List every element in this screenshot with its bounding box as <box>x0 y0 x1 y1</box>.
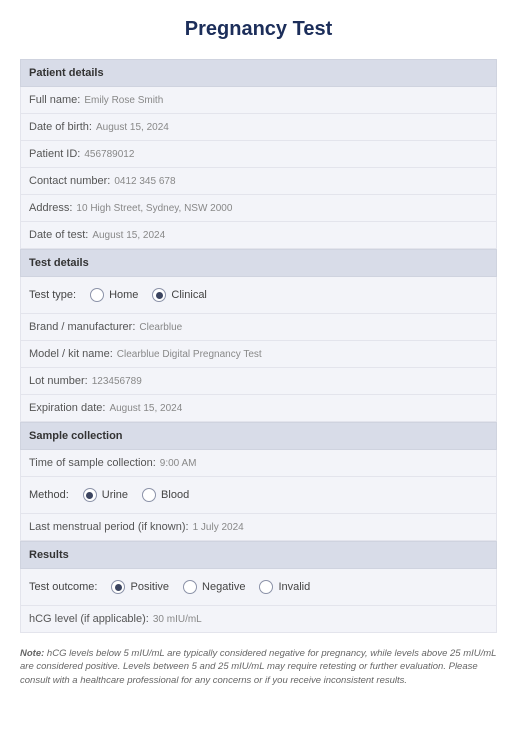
value-brand: Clearblue <box>139 322 182 333</box>
label-expiration: Expiration date: <box>29 402 105 414</box>
row-testtype: Test type: Home Clinical <box>20 277 497 314</box>
note: Note: hCG levels below 5 mIU/mL are typi… <box>20 647 497 687</box>
label-testtype: Test type: <box>29 289 76 301</box>
radio-icon <box>142 488 156 502</box>
radio-icon <box>111 580 125 594</box>
value-fullname: Emily Rose Smith <box>84 95 163 106</box>
note-label: Note: <box>20 648 44 659</box>
label-outcome: Test outcome: <box>29 581 97 593</box>
row-lmp: Last menstrual period (if known): 1 July… <box>20 514 497 541</box>
section-header-patient: Patient details <box>20 59 497 87</box>
radio-group-outcome: Positive Negative Invalid <box>111 580 310 594</box>
label-time: Time of sample collection: <box>29 457 156 469</box>
label-lmp: Last menstrual period (if known): <box>29 521 189 533</box>
radio-icon <box>183 580 197 594</box>
radio-label-positive: Positive <box>130 581 169 593</box>
row-method: Method: Urine Blood <box>20 477 497 514</box>
value-contact: 0412 345 678 <box>114 176 175 187</box>
row-expiration: Expiration date: August 15, 2024 <box>20 395 497 422</box>
label-contact: Contact number: <box>29 175 110 187</box>
value-lmp: 1 July 2024 <box>193 522 244 533</box>
radio-label-home: Home <box>109 289 138 301</box>
label-model: Model / kit name: <box>29 348 113 360</box>
label-fullname: Full name: <box>29 94 80 106</box>
value-hcg: 30 mIU/mL <box>153 614 202 625</box>
radio-option-clinical[interactable]: Clinical <box>152 288 206 302</box>
label-lot: Lot number: <box>29 375 88 387</box>
radio-label-clinical: Clinical <box>171 289 206 301</box>
row-testdate: Date of test: August 15, 2024 <box>20 222 497 249</box>
row-contact: Contact number: 0412 345 678 <box>20 168 497 195</box>
row-dob: Date of birth: August 15, 2024 <box>20 114 497 141</box>
radio-label-negative: Negative <box>202 581 245 593</box>
value-time: 9:00 AM <box>160 458 197 469</box>
row-lot: Lot number: 123456789 <box>20 368 497 395</box>
label-method: Method: <box>29 489 69 501</box>
radio-group-method: Urine Blood <box>83 488 189 502</box>
value-expiration: August 15, 2024 <box>109 403 182 414</box>
radio-label-invalid: Invalid <box>278 581 310 593</box>
row-patientid: Patient ID: 456789012 <box>20 141 497 168</box>
row-brand: Brand / manufacturer: Clearblue <box>20 314 497 341</box>
row-address: Address: 10 High Street, Sydney, NSW 200… <box>20 195 497 222</box>
radio-option-blood[interactable]: Blood <box>142 488 189 502</box>
radio-option-urine[interactable]: Urine <box>83 488 128 502</box>
radio-option-home[interactable]: Home <box>90 288 138 302</box>
label-address: Address: <box>29 202 72 214</box>
label-testdate: Date of test: <box>29 229 88 241</box>
radio-icon <box>90 288 104 302</box>
label-brand: Brand / manufacturer: <box>29 321 135 333</box>
radio-option-positive[interactable]: Positive <box>111 580 169 594</box>
radio-group-testtype: Home Clinical <box>90 288 207 302</box>
radio-icon <box>259 580 273 594</box>
row-outcome: Test outcome: Positive Negative Invalid <box>20 569 497 606</box>
value-address: 10 High Street, Sydney, NSW 2000 <box>76 203 232 214</box>
radio-label-blood: Blood <box>161 489 189 501</box>
row-hcg: hCG level (if applicable): 30 mIU/mL <box>20 606 497 633</box>
value-dob: August 15, 2024 <box>96 122 169 133</box>
radio-icon <box>83 488 97 502</box>
row-fullname: Full name: Emily Rose Smith <box>20 87 497 114</box>
value-testdate: August 15, 2024 <box>92 230 165 241</box>
radio-option-negative[interactable]: Negative <box>183 580 245 594</box>
row-model: Model / kit name: Clearblue Digital Preg… <box>20 341 497 368</box>
value-lot: 123456789 <box>92 376 142 387</box>
value-patientid: 456789012 <box>84 149 134 160</box>
label-hcg: hCG level (if applicable): <box>29 613 149 625</box>
radio-icon <box>152 288 166 302</box>
section-header-results: Results <box>20 541 497 569</box>
radio-label-urine: Urine <box>102 489 128 501</box>
row-time: Time of sample collection: 9:00 AM <box>20 450 497 477</box>
radio-option-invalid[interactable]: Invalid <box>259 580 310 594</box>
section-header-sample: Sample collection <box>20 422 497 450</box>
section-header-test: Test details <box>20 249 497 277</box>
value-model: Clearblue Digital Pregnancy Test <box>117 349 262 360</box>
note-text: hCG levels below 5 mIU/mL are typically … <box>20 648 496 686</box>
label-patientid: Patient ID: <box>29 148 80 160</box>
page-title: Pregnancy Test <box>20 18 497 41</box>
label-dob: Date of birth: <box>29 121 92 133</box>
